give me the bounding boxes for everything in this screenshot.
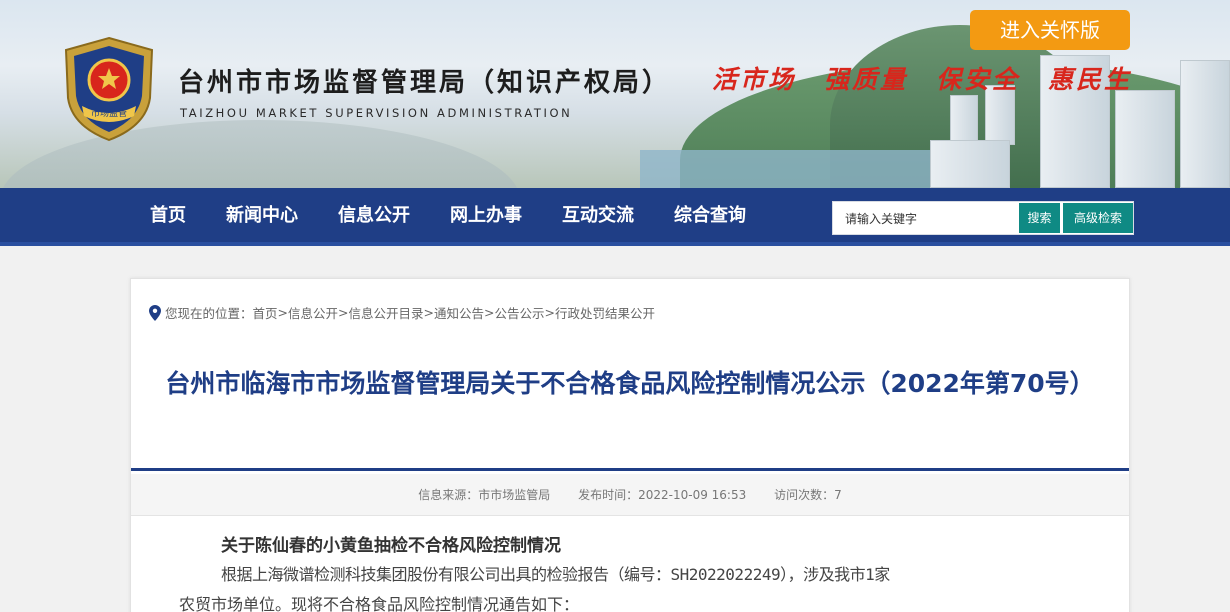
breadcrumb-penalty-results[interactable]: 行政处罚结果公开 (555, 303, 655, 322)
search-box: 搜索 高级检索 (832, 201, 1134, 235)
article-publish-time: 发布时间：2022-10-09 16:53 (578, 488, 747, 502)
banner-building (1115, 90, 1175, 188)
breadcrumb-info-disclosure[interactable]: 信息公开 (288, 303, 338, 322)
nav-item-home[interactable]: 首页 (150, 188, 186, 242)
banner-building (1180, 60, 1230, 188)
banner-building (930, 140, 1010, 188)
emblem-text: 市场监管 (91, 107, 127, 119)
breadcrumb-separator: > (338, 305, 349, 320)
banner-building (950, 95, 978, 145)
nav-item-interaction[interactable]: 互动交流 (562, 188, 634, 242)
breadcrumb-prefix: 您现在的位置： (165, 306, 253, 321)
header-banner: 市场监管 台州市市场监督管理局（知识产权局） TAIZHOU MARKET SU… (0, 0, 1230, 188)
article-meta: 信息来源：市市场监管局 发布时间：2022-10-09 16:53 访问次数：7 (131, 474, 1129, 516)
breadcrumb-info-catalog[interactable]: 信息公开目录 (349, 303, 424, 322)
slogan: 活市场 强质量 保安全 惠民生 (712, 65, 1133, 94)
breadcrumb-separator: > (277, 305, 289, 320)
breadcrumb-notices[interactable]: 通知公告 (434, 303, 484, 322)
article-paragraph: 根据上海微谱检测科技集团股份有限公司出具的检验报告（编号：SH202202224… (221, 565, 890, 584)
advanced-search-button[interactable]: 高级检索 (1063, 203, 1133, 233)
nav-item-news[interactable]: 新闻中心 (226, 188, 298, 242)
breadcrumb-separator: > (423, 305, 435, 320)
article-views: 访问次数：7 (774, 488, 842, 502)
nav-item-query[interactable]: 综合查询 (674, 188, 746, 242)
location-pin-icon (149, 304, 161, 321)
nav-item-online-services[interactable]: 网上办事 (450, 188, 522, 242)
site-subtitle: TAIZHOU MARKET SUPERVISION ADMINISTRATIO… (180, 106, 573, 120)
care-version-button[interactable]: 进入关怀版 (970, 10, 1130, 50)
site-title[interactable]: 台州市市场监督管理局（知识产权局） (178, 62, 671, 99)
banner-scenery (640, 150, 940, 188)
nav-item-info-disclosure[interactable]: 信息公开 (338, 188, 410, 242)
search-input[interactable] (833, 202, 1019, 234)
article-card: 您现在的位置： 首页 > 信息公开 > 信息公开目录 > 通知公告 > 公告公示 > 行政… (130, 278, 1130, 612)
breadcrumb-announcements[interactable]: 公告公示 (495, 303, 545, 322)
breadcrumb-separator: > (544, 305, 556, 320)
breadcrumb-separator: > (484, 305, 495, 320)
breadcrumb-home[interactable]: 首页 (253, 303, 278, 322)
main-nav: 首页 新闻中心 信息公开 网上办事 互动交流 综合查询 搜索 高级检索 (0, 188, 1230, 246)
nav-items: 首页 新闻中心 信息公开 网上办事 互动交流 综合查询 (150, 188, 786, 242)
article-title: 台州市临海市市场监督管理局关于不合格食品风险控制情况公示（2022年第70号） (165, 369, 1095, 398)
search-button[interactable]: 搜索 (1019, 203, 1060, 233)
article-source: 信息来源：市市场监管局 (418, 488, 551, 502)
article-paragraph: 农贸市场单位。现将不合格食品风险控制情况通告如下： (179, 595, 580, 612)
national-emblem-icon[interactable]: 市场监管 (60, 36, 158, 142)
article-heading: 关于陈仙春的小黄鱼抽检不合格风险控制情况 (221, 536, 561, 556)
breadcrumb: 您现在的位置： 首页 > 信息公开 > 信息公开目录 > 通知公告 > 公告公示 > 行政… (149, 303, 655, 322)
title-area: 台州市临海市市场监督管理局关于不合格食品风险控制情况公示（2022年第70号） (131, 335, 1129, 471)
